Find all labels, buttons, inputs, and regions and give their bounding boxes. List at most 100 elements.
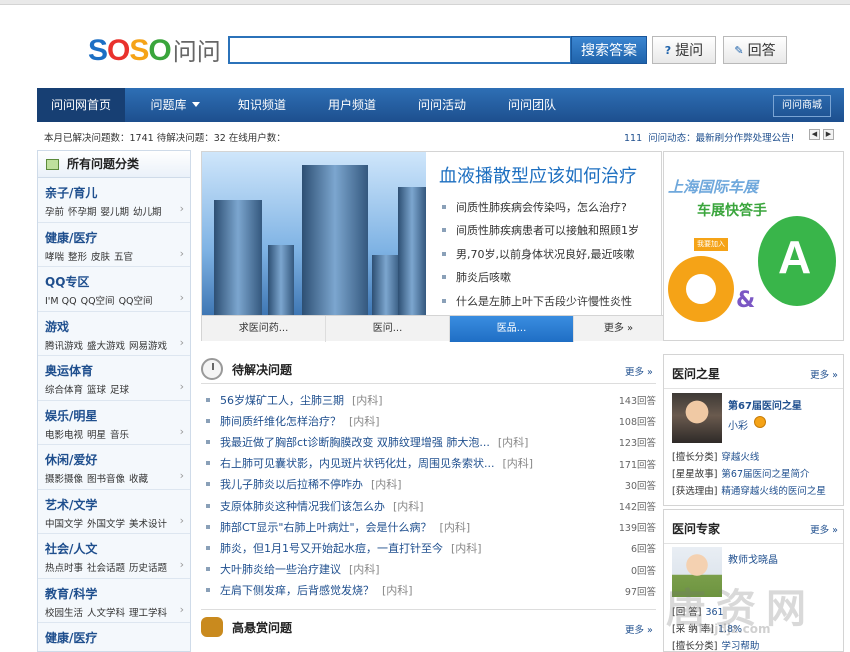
info-value[interactable]: 学习帮助 (721, 641, 759, 651)
subcategory-link[interactable]: QQ空间 (81, 296, 115, 307)
subcategory-link[interactable]: 整形 (68, 252, 87, 263)
question-link[interactable]: 肺间质纤维化怎样治疗？ (220, 413, 341, 429)
carousel-more-tab[interactable]: 更多 » (574, 316, 663, 342)
subcategory-link[interactable]: 皮肤 (91, 252, 110, 263)
carousel-item[interactable]: 男,70岁,以前身体状况良好,最近咳嗽 (442, 242, 639, 266)
ask-button[interactable]: ? 提问 (652, 36, 716, 64)
subcategory-link[interactable]: 美术设计 (129, 519, 167, 530)
subcategory-link[interactable]: 外国文学 (87, 519, 125, 530)
category-title[interactable]: 奥运体育 (45, 362, 190, 379)
auto-show-ad[interactable]: 上海国际车展 车展快答手 我要加入 A & (663, 151, 844, 341)
ticker-prev-icon[interactable]: ◀ (809, 129, 820, 140)
expert-more-link[interactable]: 更多 » (810, 522, 838, 536)
subcategory-link[interactable]: 明星 (87, 430, 106, 441)
category-title[interactable]: 教育/科学 (45, 585, 190, 602)
carousel-title[interactable]: 血液播散型应该如何治疗 (439, 162, 637, 188)
search-input[interactable] (228, 36, 572, 64)
nav-team[interactable]: 问问团队 (499, 88, 565, 122)
carousel-item[interactable]: 肺炎后咳嗽 (442, 266, 639, 290)
question-category[interactable]: [内科] (503, 455, 534, 471)
question-category[interactable]: [内科] (451, 540, 482, 556)
subcategory-link[interactable]: 中国文学 (45, 519, 83, 530)
info-value[interactable]: 穿越火线 (721, 452, 759, 463)
question-link[interactable]: 肺部CT显示"右肺上叶病灶"，会是什么病？ (220, 519, 432, 535)
nav-mall-button[interactable]: 问问商城 (773, 95, 831, 117)
nav-knowledge[interactable]: 知识频道 (227, 88, 297, 122)
info-value[interactable]: 精通穿越火线的医问之星 (721, 486, 826, 497)
question-category[interactable]: [内科] (371, 476, 402, 492)
answer-button[interactable]: ✎ 回答 (723, 36, 787, 64)
carousel-item[interactable]: 间质性肺疾病患者可以接触和照顾1岁 (442, 219, 639, 243)
subcategory-link[interactable]: 电影电视 (45, 430, 83, 441)
question-link[interactable]: 大叶肺炎给一些治疗建议 (220, 561, 341, 577)
category-title[interactable]: QQ专区 (45, 273, 190, 290)
category-title[interactable]: 社会/人文 (45, 540, 190, 557)
nav-activities[interactable]: 问问活动 (409, 88, 475, 122)
carousel-item[interactable]: 间质性肺疾病会传染吗，怎么治疗? (442, 195, 639, 219)
question-link[interactable]: 左肩下侧发痒，后背感觉发烧？ (220, 582, 374, 598)
soso-logo[interactable]: S O S O 问问 (88, 32, 221, 67)
question-link[interactable]: 56岁煤矿工人，尘肺三期 (220, 392, 344, 408)
subcategory-link[interactable]: 综合体育 (45, 385, 83, 396)
subcategory-link[interactable]: 网易游戏 (129, 341, 167, 352)
star-award-name[interactable]: 第67届医问之星 (728, 397, 802, 412)
subcategory-link[interactable]: 盛大游戏 (87, 341, 125, 352)
category-title[interactable]: 亲子/育儿 (45, 184, 190, 201)
subcategory-link[interactable]: 婴儿期 (101, 207, 130, 218)
subcategory-link[interactable]: 历史话题 (129, 563, 167, 574)
question-category[interactable]: [内科] (349, 413, 380, 429)
subcategory-link[interactable]: 腾讯游戏 (45, 341, 83, 352)
question-category[interactable]: [内科] (440, 519, 471, 535)
category-title[interactable]: 娱乐/明星 (45, 407, 190, 424)
subcategory-link[interactable]: 孕前 (45, 207, 64, 218)
question-link[interactable]: 肺炎，但1月1号又开始起水痘，一直打针至今 (220, 540, 443, 556)
subcategory-link[interactable]: 人文学科 (87, 608, 125, 619)
category-title[interactable]: 健康/医疗 (45, 229, 190, 246)
news-ticker[interactable]: 111 问问动态：最新刷分作弊处理公告! (624, 130, 794, 144)
search-button[interactable]: 搜索答案 (571, 36, 647, 64)
category-title[interactable]: 游戏 (45, 318, 190, 335)
reward-more-link[interactable]: 更多 » (625, 622, 653, 636)
avatar[interactable] (672, 393, 722, 443)
question-category[interactable]: [内科] (349, 561, 380, 577)
carousel-item[interactable]: 什么是左肺上叶下舌段少许慢性炎性 (442, 289, 639, 313)
question-category[interactable]: [内科] (393, 498, 424, 514)
subcategory-link[interactable]: 足球 (110, 385, 129, 396)
question-link[interactable]: 我儿子肺炎以后拉稀不停咋办 (220, 476, 363, 492)
question-link[interactable]: 支原体肺炎这种情况我们该怎么办 (220, 498, 385, 514)
carousel-tab-active[interactable]: 医品... (450, 316, 574, 342)
info-value[interactable]: 第67届医问之星简介 (721, 469, 809, 480)
subcategory-link[interactable]: I'M QQ (45, 296, 77, 307)
featured-image[interactable] (202, 152, 426, 315)
subcategory-link[interactable]: 热点时事 (45, 563, 83, 574)
subcategory-link[interactable]: 篮球 (87, 385, 106, 396)
subcategory-link[interactable]: QQ空间 (119, 296, 153, 307)
question-link[interactable]: 我最近做了胸部ct诊断胸膜改变 双肺纹理增强 肺大泡... (220, 434, 490, 450)
question-category[interactable]: [内科] (352, 392, 383, 408)
subcategory-link[interactable]: 图书音像 (87, 474, 125, 485)
nav-question-bank[interactable]: 问题库 (135, 88, 215, 122)
question-category[interactable]: [内科] (498, 434, 529, 450)
subcategory-link[interactable]: 校园生活 (45, 608, 83, 619)
subcategory-link[interactable]: 摄影摄像 (45, 474, 83, 485)
expert-name[interactable]: 教师戈晓晶 (728, 551, 778, 566)
star-user-name[interactable]: 小彩 (728, 417, 748, 432)
star-more-link[interactable]: 更多 » (810, 367, 838, 381)
subcategory-link[interactable]: 哮喘 (45, 252, 64, 263)
nav-home[interactable]: 问问网首页 (37, 88, 125, 122)
carousel-tab[interactable]: 医问... (326, 316, 450, 342)
category-title[interactable]: 艺术/文学 (45, 496, 190, 513)
question-category[interactable]: [内科] (382, 582, 413, 598)
subcategory-link[interactable]: 音乐 (110, 430, 129, 441)
subcategory-link[interactable]: 理工学科 (129, 608, 167, 619)
category-title[interactable]: 休闲/爱好 (45, 451, 190, 468)
ticker-next-icon[interactable]: ▶ (823, 129, 834, 140)
ad-join-button[interactable]: 我要加入 (694, 238, 728, 251)
category-title[interactable]: 健康/医疗 (45, 629, 190, 646)
subcategory-link[interactable]: 收藏 (129, 474, 148, 485)
subcategory-link[interactable]: 幼儿期 (133, 207, 162, 218)
carousel-tab[interactable]: 求医问药... (202, 316, 326, 342)
nav-users[interactable]: 用户频道 (317, 88, 387, 122)
subcategory-link[interactable]: 社会话题 (87, 563, 125, 574)
question-link[interactable]: 右上肺可见囊状影，内见斑片状钙化灶，周围见条索状... (220, 455, 495, 471)
